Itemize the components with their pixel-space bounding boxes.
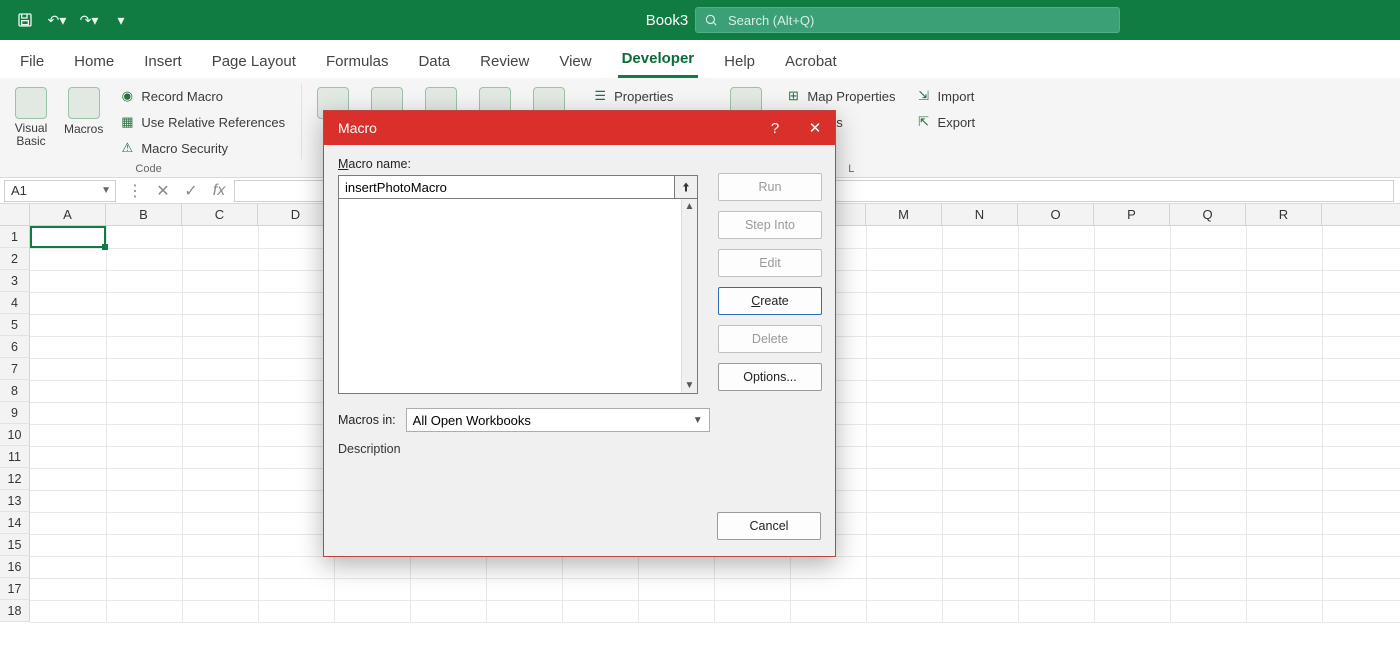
tab-view[interactable]: View — [555, 47, 595, 78]
record-macro-icon: ◉ — [119, 88, 135, 104]
export-button[interactable]: ⇱Export — [912, 110, 980, 134]
dots-icon: ⋮ — [126, 181, 144, 201]
visual-basic-icon — [15, 87, 47, 119]
edit-button[interactable]: Edit — [718, 249, 822, 277]
row-header[interactable]: 1 — [0, 226, 30, 248]
visual-basic-button[interactable]: VisualBasic — [8, 84, 54, 160]
options-button[interactable]: Options... — [718, 363, 822, 391]
search-input[interactable] — [728, 13, 1111, 28]
col-header[interactable]: O — [1018, 204, 1094, 225]
search-box[interactable] — [695, 7, 1120, 33]
row-header[interactable]: 14 — [0, 512, 30, 534]
name-box[interactable]: A1▼ — [4, 180, 116, 202]
tab-help[interactable]: Help — [720, 47, 759, 78]
row-header[interactable]: 6 — [0, 336, 30, 358]
description-label: Description — [338, 442, 821, 456]
scrollbar[interactable]: ▲▼ — [681, 199, 697, 393]
import-icon: ⇲ — [916, 88, 932, 104]
macros-button[interactable]: Macros — [58, 84, 109, 160]
col-header[interactable]: P — [1094, 204, 1170, 225]
macro-dialog: Macro ? ✕ Macro name: ▲▼ Run Step Into E… — [323, 110, 836, 557]
row-header[interactable]: 9 — [0, 402, 30, 424]
row-header[interactable]: 8 — [0, 380, 30, 402]
row-header[interactable]: 10 — [0, 424, 30, 446]
tab-file[interactable]: File — [16, 47, 48, 78]
import-button[interactable]: ⇲Import — [912, 84, 980, 108]
row-header[interactable]: 12 — [0, 468, 30, 490]
col-header[interactable]: N — [942, 204, 1018, 225]
row-header[interactable]: 18 — [0, 600, 30, 622]
cancel-button[interactable]: Cancel — [717, 512, 821, 540]
use-relative-button[interactable]: ▦Use Relative References — [115, 110, 289, 134]
macro-collapse-icon[interactable] — [674, 175, 698, 199]
row-header[interactable]: 3 — [0, 270, 30, 292]
dialog-help-button[interactable]: ? — [755, 111, 795, 145]
properties-icon: ☰ — [592, 88, 608, 104]
col-header[interactable]: R — [1246, 204, 1322, 225]
scroll-up-icon[interactable]: ▲ — [685, 199, 695, 214]
search-icon — [704, 13, 718, 27]
tab-data[interactable]: Data — [414, 47, 454, 78]
tab-home[interactable]: Home — [70, 47, 118, 78]
macro-security-button[interactable]: ⚠Macro Security — [115, 136, 289, 160]
tab-developer[interactable]: Developer — [618, 44, 699, 78]
macro-name-input[interactable] — [338, 175, 698, 199]
tab-formulas[interactable]: Formulas — [322, 47, 393, 78]
fx-icon[interactable]: fx — [210, 182, 228, 200]
scroll-down-icon[interactable]: ▼ — [685, 378, 695, 393]
security-icon: ⚠ — [119, 140, 135, 156]
row-header[interactable]: 5 — [0, 314, 30, 336]
tab-review[interactable]: Review — [476, 47, 533, 78]
fill-handle[interactable] — [102, 244, 108, 250]
map-properties-button[interactable]: ⊞Map Properties — [781, 84, 899, 108]
save-icon[interactable] — [14, 9, 36, 31]
run-button[interactable]: Run — [718, 173, 822, 201]
relative-refs-icon: ▦ — [119, 114, 135, 130]
tab-acrobat[interactable]: Acrobat — [781, 47, 841, 78]
code-group-label: Code — [135, 161, 161, 175]
row-header[interactable]: 16 — [0, 556, 30, 578]
step-into-button[interactable]: Step Into — [718, 211, 822, 239]
customize-qat-icon[interactable]: ▾ — [110, 9, 132, 31]
map-properties-icon: ⊞ — [785, 88, 801, 104]
col-header[interactable]: M — [866, 204, 942, 225]
row-header[interactable]: 11 — [0, 446, 30, 468]
macros-in-label: Macros in: — [338, 413, 396, 427]
chevron-down-icon[interactable]: ▼ — [101, 185, 111, 196]
col-header[interactable]: C — [182, 204, 258, 225]
enter-formula-icon[interactable]: ✓ — [182, 181, 200, 201]
col-header[interactable]: B — [106, 204, 182, 225]
row-header[interactable]: 15 — [0, 534, 30, 556]
record-macro-button[interactable]: ◉Record Macro — [115, 84, 289, 108]
export-icon: ⇱ — [916, 114, 932, 130]
properties-button[interactable]: ☰Properties — [588, 84, 677, 108]
xml-group-label: L — [848, 161, 854, 175]
macros-in-select[interactable]: All Open Workbooks ▼ — [406, 408, 710, 432]
create-button[interactable]: Create — [718, 287, 822, 315]
redo-icon[interactable]: ↷▾ — [78, 9, 100, 31]
macros-icon — [68, 87, 100, 119]
row-header[interactable]: 4 — [0, 292, 30, 314]
macro-name-label: Macro name: — [338, 157, 821, 171]
delete-button[interactable]: Delete — [718, 325, 822, 353]
undo-icon[interactable]: ↶▾ — [46, 9, 68, 31]
col-header[interactable]: Q — [1170, 204, 1246, 225]
chevron-down-icon: ▼ — [693, 415, 703, 426]
active-cell-a1[interactable] — [30, 226, 106, 248]
macro-list[interactable]: ▲▼ — [338, 198, 698, 394]
row-header[interactable]: 17 — [0, 578, 30, 600]
row-header[interactable]: 7 — [0, 358, 30, 380]
row-header[interactable]: 13 — [0, 490, 30, 512]
cancel-formula-icon[interactable]: ✕ — [154, 181, 172, 201]
row-header[interactable]: 2 — [0, 248, 30, 270]
tab-insert[interactable]: Insert — [140, 47, 186, 78]
dialog-close-button[interactable]: ✕ — [795, 111, 835, 145]
tab-page-layout[interactable]: Page Layout — [208, 47, 300, 78]
dialog-title: Macro — [338, 120, 377, 136]
select-all-corner[interactable] — [0, 204, 30, 225]
col-header[interactable]: A — [30, 204, 106, 225]
